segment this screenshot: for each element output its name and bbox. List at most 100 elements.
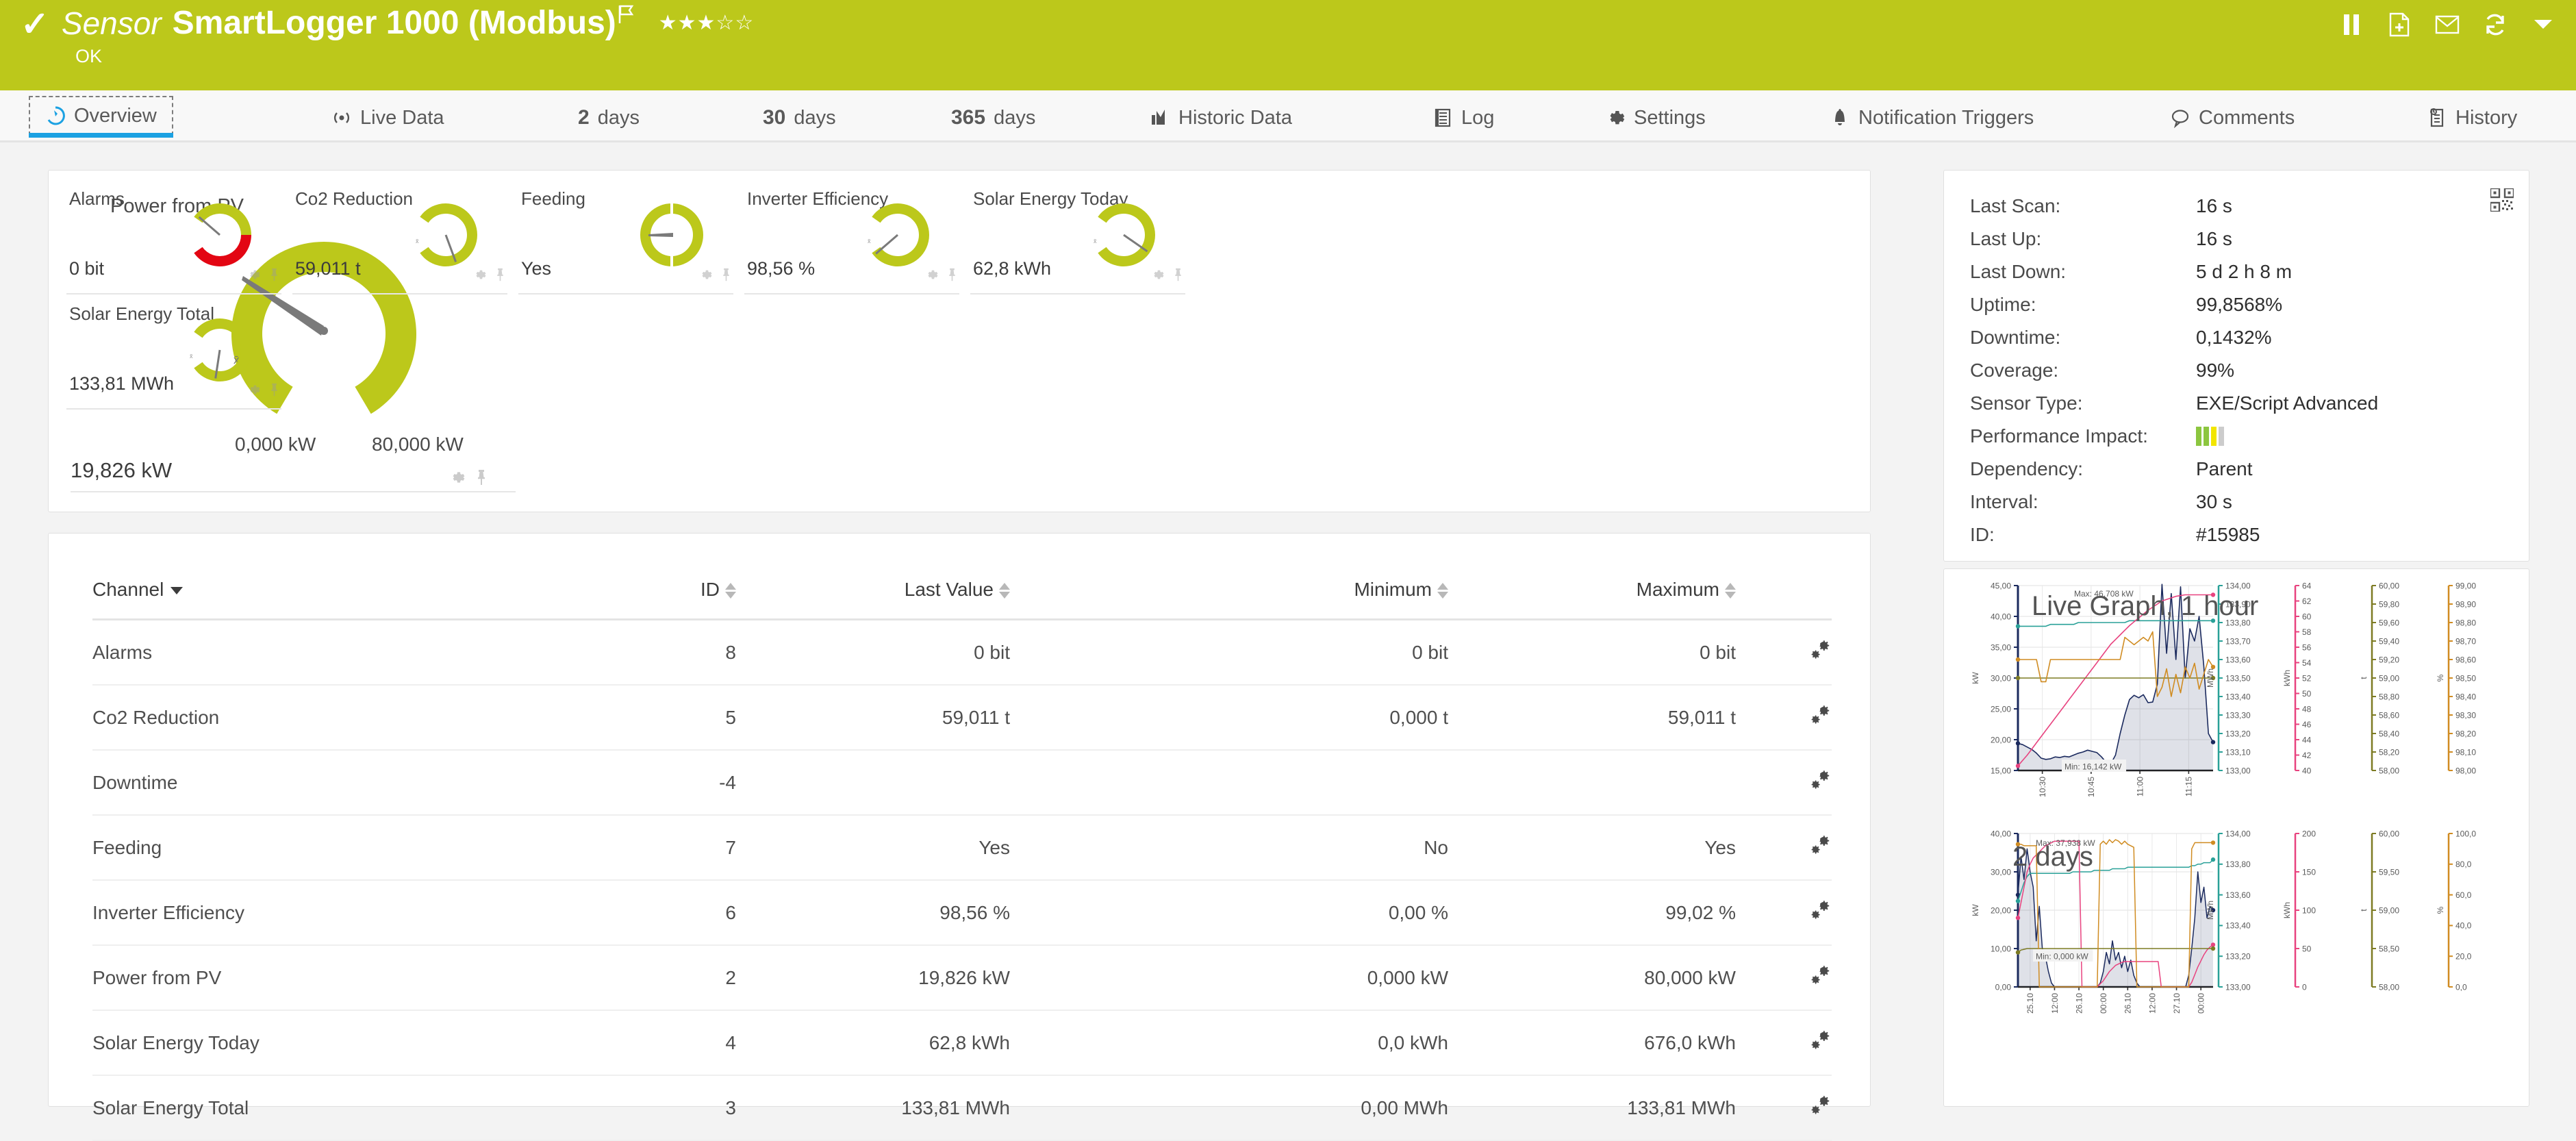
cell-actions[interactable] (1736, 685, 1832, 750)
svg-text:133,40: 133,40 (2225, 921, 2251, 931)
svg-text:15,00: 15,00 (1991, 766, 2011, 775)
channel-settings-icon[interactable] (1808, 773, 1832, 794)
cell-actions[interactable] (1736, 815, 1832, 880)
gauge-feeding[interactable]: FeedingYes (516, 181, 742, 294)
column-header-channel-label: Channel (92, 579, 164, 600)
refresh-icon[interactable] (2482, 10, 2509, 40)
gear-icon[interactable] (247, 383, 260, 400)
table-row[interactable]: Alarms80 bit0 bit0 bit (92, 620, 1832, 686)
gauge-alarms[interactable]: Alarms0 bit (64, 181, 290, 294)
graph-2-days[interactable]: 0,0010,0020,0030,0040,0025.1012:0026.100… (1949, 824, 2525, 1050)
column-header-minimum-label: Minimum (1354, 579, 1432, 600)
tab-overview[interactable]: Overview (29, 96, 173, 136)
cell-actions[interactable] (1736, 1075, 1832, 1140)
table-row[interactable]: Inverter Efficiency698,56 %0,00 %99,02 % (92, 880, 1832, 945)
table-row[interactable]: Solar Energy Today462,8 kWh0,0 kWh676,0 … (92, 1010, 1832, 1075)
cell-min: 0,00 % (1010, 880, 1448, 945)
tab-30-days[interactable]: 30days (753, 97, 846, 138)
table-row[interactable]: Co2 Reduction559,011 t0,000 t59,011 t (92, 685, 1832, 750)
channel-settings-icon[interactable] (1808, 708, 1832, 729)
column-header-last-value[interactable]: Last Value (736, 579, 1010, 620)
pin-icon[interactable] (475, 469, 488, 489)
tab-historic-data[interactable]: Historic Data (1140, 97, 1302, 138)
qr-code-icon[interactable] (2490, 188, 2514, 215)
gear-icon[interactable] (924, 268, 938, 285)
channel-settings-icon[interactable] (1808, 643, 1832, 664)
tab-notification-triggers[interactable]: Notification Triggers (1820, 97, 2043, 138)
sensor-info-list: Last Scan:16 sLast Up:16 sLast Down:5 d … (1970, 190, 2511, 551)
envelope-icon[interactable] (2434, 10, 2461, 40)
svg-text:Min: 0,000 kW: Min: 0,000 kW (2036, 951, 2088, 961)
column-header-minimum[interactable]: Minimum (1010, 579, 1448, 620)
svg-text:12:00: 12:00 (2050, 993, 2060, 1014)
pause-icon[interactable] (2338, 10, 2365, 40)
tab-history[interactable]: History (2417, 97, 2527, 138)
svg-text:46: 46 (2302, 720, 2312, 729)
channel-settings-icon[interactable] (1808, 903, 1832, 925)
flag-icon[interactable] (618, 4, 635, 29)
pin-icon[interactable] (268, 383, 280, 400)
cell-last: 0 bit (736, 620, 1010, 686)
svg-text:t: t (2359, 909, 2369, 912)
gauge-co2-reduction[interactable]: Co2 Reductionx̄59,011 t (290, 181, 516, 294)
primary-gauge-min-label: 0,000 kW (235, 434, 316, 455)
performance-bar (2219, 427, 2224, 446)
live-graph-1-hour[interactable]: 15,0020,0025,0030,0035,0040,0045,0010:30… (1949, 576, 2525, 813)
pin-icon[interactable] (720, 268, 732, 285)
gauge-inverter-efficiency[interactable]: Inverter Efficiencyx̄98,56 % (742, 181, 968, 294)
cell-min: No (1010, 815, 1448, 880)
gauge-solar-energy-today[interactable]: Solar Energy Todayx̄62,8 kWh (968, 181, 1194, 294)
cell-id: 2 (531, 945, 736, 1010)
channel-settings-icon[interactable] (1808, 1099, 1832, 1120)
graphs-panel: 15,0020,0025,0030,0035,0040,0045,0010:30… (1943, 568, 2529, 1107)
pin-icon[interactable] (494, 268, 506, 285)
tab-label: Log (1461, 107, 1494, 129)
gear-icon[interactable] (472, 268, 486, 285)
cell-actions[interactable] (1736, 945, 1832, 1010)
channel-settings-icon[interactable] (1808, 1033, 1832, 1055)
pin-icon[interactable] (268, 268, 280, 285)
gauge-dial: x̄ (857, 199, 939, 271)
tab-settings[interactable]: Settings (1595, 97, 1715, 138)
cell-actions[interactable] (1736, 750, 1832, 815)
tab-365-days[interactable]: 365days (942, 97, 1045, 138)
tab-live-data[interactable]: Live Data (322, 97, 454, 138)
column-header-id[interactable]: ID (531, 579, 736, 620)
svg-text:60,0: 60,0 (2455, 890, 2472, 900)
gear-icon[interactable] (1150, 268, 1164, 285)
gauge-solar-energy-total[interactable]: Solar Energy Totalx̄133,81 MWh (64, 297, 290, 410)
gear-icon[interactable] (449, 469, 465, 489)
chart-canvas: 15,0020,0025,0030,0035,0040,0045,0010:30… (1949, 576, 2525, 813)
pin-icon[interactable] (1172, 268, 1184, 285)
info-label: Coverage: (1970, 360, 2196, 381)
channel-settings-icon[interactable] (1808, 968, 1832, 990)
table-row[interactable]: Power from PV219,826 kW0,000 kW80,000 kW (92, 945, 1832, 1010)
column-header-channel[interactable]: Channel (92, 579, 531, 620)
info-row-last-scan: Last Scan:16 s (1970, 190, 2511, 223)
log-icon (1432, 108, 1453, 128)
gear-icon[interactable] (698, 268, 712, 285)
gear-icon[interactable] (247, 268, 260, 285)
svg-text:t: t (2359, 677, 2369, 679)
pin-icon[interactable] (946, 268, 958, 285)
channel-settings-icon[interactable] (1808, 838, 1832, 860)
cell-actions[interactable] (1736, 880, 1832, 945)
cell-actions[interactable] (1736, 1010, 1832, 1075)
info-value: 0,1432% (2196, 327, 2272, 349)
tab-label: Comments (2199, 107, 2295, 129)
chevron-down-icon[interactable] (2529, 10, 2557, 40)
priority-stars[interactable]: ★★★☆☆ (659, 10, 754, 37)
tab-number: 30 (763, 106, 785, 129)
tab-comments[interactable]: Comments (2160, 97, 2304, 138)
table-row[interactable]: Solar Energy Total3133,81 MWh0,00 MWh133… (92, 1075, 1832, 1140)
table-row[interactable]: Downtime-4 (92, 750, 1832, 815)
add-document-icon[interactable] (2386, 10, 2413, 40)
tab-2-days[interactable]: 2days (568, 97, 649, 138)
svg-text:00:00: 00:00 (2197, 993, 2206, 1014)
tab-log[interactable]: Log (1423, 97, 1504, 138)
cell-actions[interactable] (1736, 620, 1832, 686)
gauges-panel: Power from PV x̄ 0,000 kW 80,000 kW 19,8… (48, 170, 1871, 512)
table-row[interactable]: Feeding7YesNoYes (92, 815, 1832, 880)
cell-max: 80,000 kW (1448, 945, 1736, 1010)
column-header-maximum[interactable]: Maximum (1448, 579, 1736, 620)
